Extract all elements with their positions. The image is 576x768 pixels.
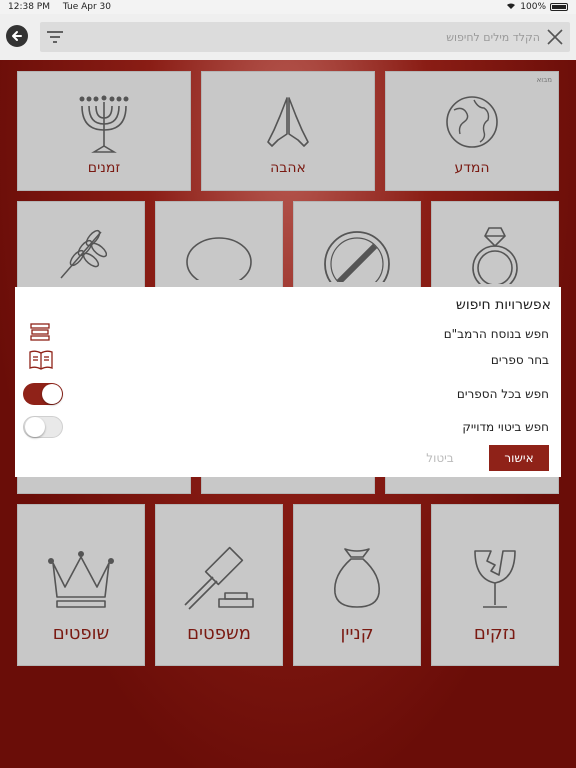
tile-ahava[interactable]: אהבה	[201, 71, 375, 191]
broken-glass-icon	[474, 550, 516, 608]
tile-mishpatim[interactable]: משפטים	[155, 504, 283, 666]
option-search-all-books: חפש בכל הספרים	[456, 387, 549, 401]
praying-hands-icon	[267, 97, 309, 147]
battery-percent: 100%	[520, 2, 546, 12]
tile-corner-tag: מבוא	[536, 76, 552, 84]
wheat-icon	[60, 229, 107, 279]
tile-label: אהבה	[270, 160, 306, 176]
option-exact-phrase: חפש ביטוי מדוייק	[462, 420, 549, 434]
tile-label: נזקים	[473, 623, 517, 644]
tile-kinyan[interactable]: קניין	[293, 504, 421, 666]
search-options-dialog: אפשרויות חיפוש חפש בנוסח הרמב"ם בחר ספרי…	[15, 287, 561, 477]
tile-label: המדע	[454, 160, 490, 176]
search-input[interactable]	[100, 27, 540, 47]
tile-row3-1[interactable]	[17, 476, 191, 494]
tile-row2-4[interactable]	[431, 201, 559, 291]
tile-row3-2[interactable]	[201, 476, 375, 494]
tile-row2-2[interactable]	[155, 201, 283, 291]
oval-icon	[186, 237, 252, 280]
cancel-button[interactable]: ביטול	[420, 445, 460, 471]
tile-label: זמנים	[87, 160, 121, 176]
tile-label: שופטים	[52, 623, 110, 644]
search-header	[0, 14, 576, 60]
prohibited-icon	[324, 231, 390, 282]
close-icon[interactable]	[546, 28, 564, 50]
tile-row3-3[interactable]	[385, 476, 559, 494]
tile-row2-1[interactable]	[17, 201, 145, 291]
tile-zmanim[interactable]: זמנים	[17, 71, 191, 191]
status-date: Tue Apr 30	[62, 2, 111, 12]
ok-button[interactable]: אישור	[489, 445, 549, 471]
books-icon[interactable]	[29, 321, 51, 347]
tile-row2-3[interactable]	[293, 201, 421, 291]
money-bag-icon	[334, 548, 380, 608]
battery-icon	[550, 3, 568, 11]
search-bar	[40, 22, 570, 52]
tile-hamada[interactable]: מבוא המדע	[385, 71, 559, 191]
filter-icon[interactable]	[46, 29, 64, 48]
option-choose-books[interactable]: בחר ספרים	[491, 353, 549, 367]
toggle-exact-phrase[interactable]	[23, 416, 63, 438]
dialog-title: אפשרויות חיפוש	[455, 297, 551, 313]
back-button[interactable]	[6, 25, 28, 47]
menorah-icon	[79, 95, 129, 153]
open-book-icon[interactable]	[29, 349, 53, 375]
gavel-icon	[184, 546, 254, 610]
tile-label: משפטים	[187, 623, 251, 644]
toggle-knob	[42, 384, 62, 404]
tile-nezikin[interactable]: נזקים	[431, 504, 559, 666]
crown-icon	[48, 551, 114, 608]
globe-icon	[446, 96, 498, 148]
status-time: 12:38 PM	[8, 2, 50, 12]
toggle-knob	[25, 417, 45, 437]
arrow-left-icon	[12, 31, 22, 41]
wifi-icon	[506, 2, 516, 13]
tile-label: קניין	[340, 623, 374, 644]
toggle-search-all-books[interactable]	[23, 383, 63, 405]
option-search-rambam-text[interactable]: חפש בנוסח הרמב"ם	[444, 327, 549, 341]
status-bar: 12:38 PM Tue Apr 30 100%	[0, 0, 576, 14]
tile-shoftim[interactable]: שופטים	[17, 504, 145, 666]
ring-icon	[472, 227, 518, 284]
